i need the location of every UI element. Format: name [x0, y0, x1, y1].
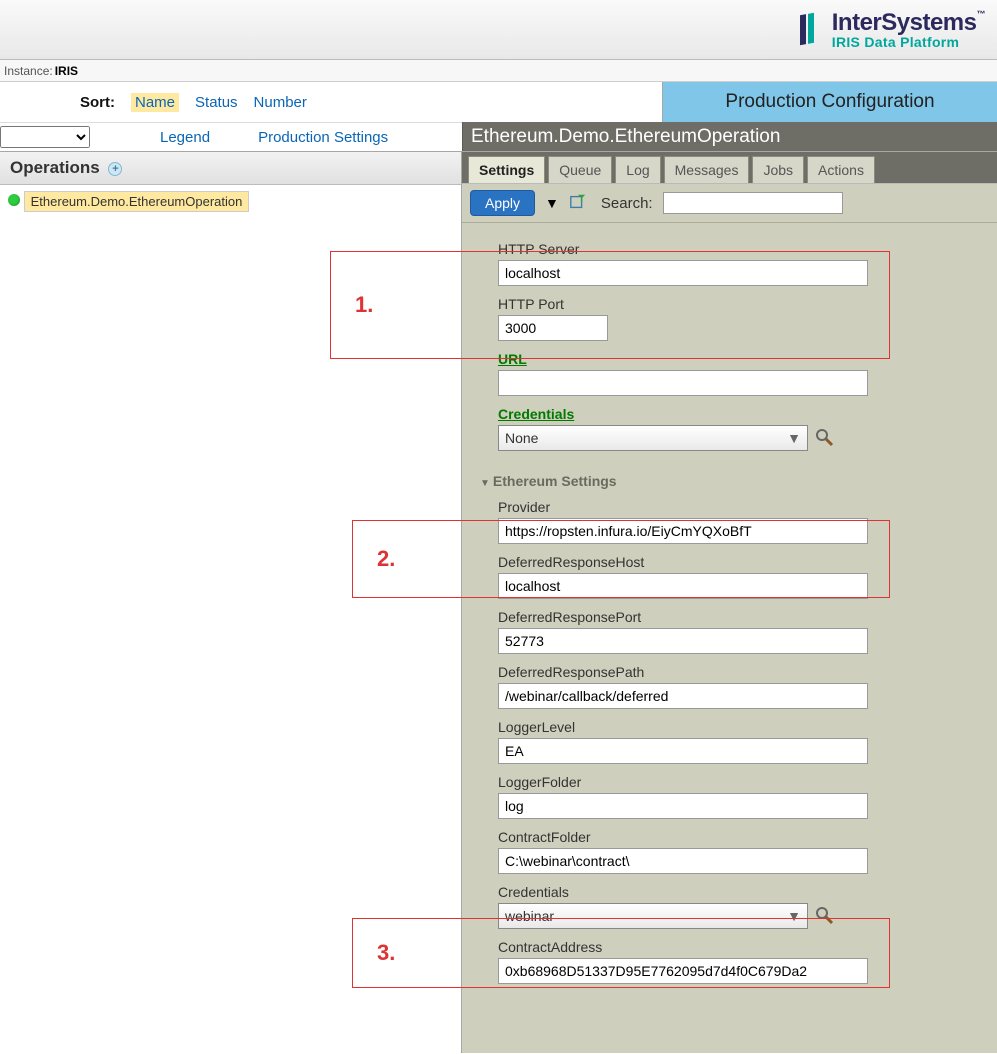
sort-option-status[interactable]: Status	[195, 94, 238, 111]
legend-link[interactable]: Legend	[160, 129, 210, 146]
brand-bar: InterSystems™ IRIS Data Platform	[0, 0, 997, 60]
chevron-down-icon: ▼	[787, 908, 801, 924]
operation-item[interactable]: Ethereum.Demo.EthereumOperation	[24, 191, 250, 212]
status-dot-running	[8, 194, 20, 206]
add-operation-button[interactable]: +	[108, 162, 122, 176]
input-deferred-port[interactable]	[498, 628, 868, 654]
label-provider: Provider	[498, 499, 987, 515]
brand-subtitle: IRIS Data Platform	[832, 35, 985, 50]
apply-button[interactable]: Apply	[470, 190, 535, 216]
caret-down-icon: ▼	[480, 478, 490, 489]
production-settings-link[interactable]: Production Settings	[258, 129, 388, 146]
tab-jobs[interactable]: Jobs	[752, 156, 804, 183]
intersystems-logo-icon	[790, 9, 824, 51]
label-deferred-host: DeferredResponseHost	[498, 554, 987, 570]
input-deferred-path[interactable]	[498, 683, 868, 709]
select-credentials-eth[interactable]: webinar ▼	[498, 903, 808, 929]
input-provider[interactable]	[498, 518, 868, 544]
settings-tabs: Settings Queue Log Messages Jobs Actions	[462, 152, 997, 183]
input-url[interactable]	[498, 370, 868, 396]
label-contract-folder: ContractFolder	[498, 829, 987, 845]
input-contract-folder[interactable]	[498, 848, 868, 874]
label-credentials-eth: Credentials	[498, 884, 987, 900]
tab-log[interactable]: Log	[615, 156, 660, 183]
view-selector[interactable]	[0, 126, 90, 148]
input-logger-folder[interactable]	[498, 793, 868, 819]
instance-name: IRIS	[55, 64, 78, 78]
export-icon[interactable]	[569, 193, 587, 214]
input-logger-level[interactable]	[498, 738, 868, 764]
settings-panel-title: Ethereum.Demo.EthereumOperation	[462, 122, 997, 151]
label-http-port: HTTP Port	[498, 296, 987, 312]
lookup-credentials-eth-icon[interactable]	[814, 905, 834, 928]
tab-settings[interactable]: Settings	[468, 156, 545, 183]
label-deferred-port: DeferredResponsePort	[498, 609, 987, 625]
label-logger-folder: LoggerFolder	[498, 774, 987, 790]
collapse-all-icon[interactable]: ▼	[545, 195, 559, 211]
search-label: Search:	[601, 195, 653, 212]
input-contract-address[interactable]	[498, 958, 868, 984]
tab-messages[interactable]: Messages	[664, 156, 750, 183]
input-deferred-host[interactable]	[498, 573, 868, 599]
brand-name: InterSystems™	[832, 10, 985, 35]
label-credentials[interactable]: Credentials	[498, 406, 987, 422]
sort-option-name[interactable]: Name	[131, 93, 179, 112]
lookup-credentials-icon[interactable]	[814, 427, 834, 450]
page-title: Production Configuration	[662, 82, 997, 122]
tab-actions[interactable]: Actions	[807, 156, 875, 183]
instance-row: Instance:IRIS	[0, 60, 997, 82]
search-input[interactable]	[663, 192, 843, 214]
select-credentials[interactable]: None ▼	[498, 425, 808, 451]
brand-logo: InterSystems™ IRIS Data Platform	[790, 9, 985, 51]
label-http-server: HTTP Server	[498, 241, 987, 257]
tab-queue[interactable]: Queue	[548, 156, 612, 183]
label-contract-address: ContractAddress	[498, 939, 987, 955]
sort-label: Sort:	[80, 94, 115, 111]
label-url[interactable]: URL	[498, 351, 987, 367]
label-logger-level: LoggerLevel	[498, 719, 987, 735]
input-http-server[interactable]	[498, 260, 868, 286]
sort-option-number[interactable]: Number	[254, 94, 307, 111]
operations-header: Operations +	[0, 152, 461, 185]
chevron-down-icon: ▼	[787, 430, 801, 446]
label-deferred-path: DeferredResponsePath	[498, 664, 987, 680]
input-http-port[interactable]	[498, 315, 608, 341]
section-ethereum-settings[interactable]: ▼Ethereum Settings	[480, 473, 987, 489]
